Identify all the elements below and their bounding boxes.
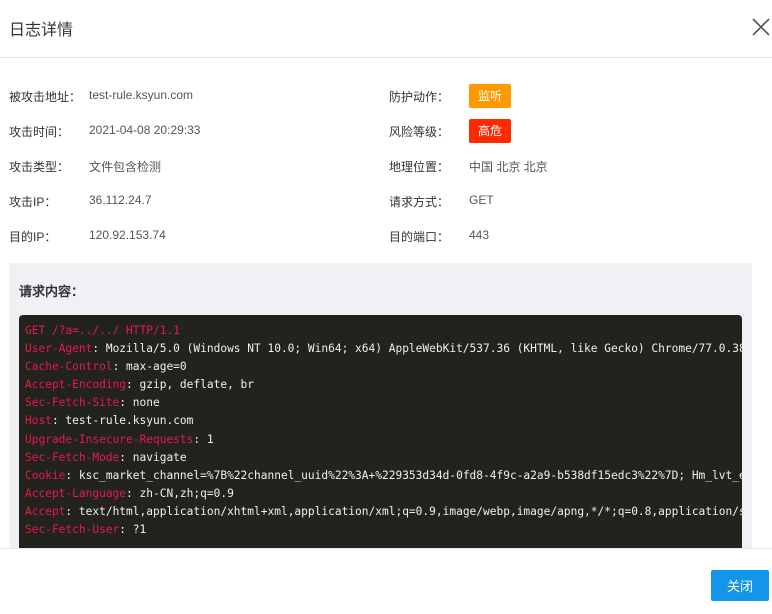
header-value: : none <box>119 396 160 410</box>
header-key: Accept-Language <box>25 486 127 500</box>
header-value: : ksc_market_channel=%7B%22channel_uuid%… <box>65 468 742 482</box>
close-button[interactable]: 关闭 <box>711 570 769 601</box>
field-label: 防护动作： <box>389 90 450 104</box>
header-key: Cookie <box>25 468 66 482</box>
header-value: : Mozilla/5.0 (Windows NT 10.0; Win64; x… <box>92 342 742 356</box>
header-key: Accept <box>25 504 66 518</box>
header-key: User-Agent <box>25 342 93 356</box>
header-value: : test-rule.ksyun.com <box>51 414 194 428</box>
code-line: Host: test-rule.ksyun.com <box>25 412 742 430</box>
field-label: 被攻击地址： <box>9 90 82 104</box>
header-key: Sec-Fetch-Site <box>25 396 120 410</box>
field-value: GET <box>469 193 494 207</box>
field-value: 2021-04-08 20:29:33 <box>89 123 201 137</box>
header-value: : zh-CN,zh;q=0.9 <box>126 486 234 500</box>
status-badge: 监听 <box>469 84 511 108</box>
field-label: 攻击类型： <box>9 160 70 174</box>
field-value: 中国 北京 北京 <box>469 160 548 174</box>
request-content-panel: 请求内容： GET /?a=../../ HTTP/1.1 User-Agent:… <box>9 263 752 548</box>
header-value: : navigate <box>119 450 187 464</box>
request-content-title: 请求内容： <box>19 284 85 299</box>
field-label: 攻击IP： <box>9 195 57 209</box>
header-key: Accept-Encoding <box>25 378 127 392</box>
dialog-footer <box>0 548 772 614</box>
header-key: Sec-Fetch-Mode <box>25 450 120 464</box>
header-key: Upgrade-Insecure-Requests <box>25 432 194 446</box>
field-label: 目的端口： <box>389 230 450 244</box>
dialog-header: 日志详情 <box>0 0 772 58</box>
code-line: Sec-Fetch-Mode: navigate <box>25 449 742 467</box>
field-label: 请求方式： <box>389 195 450 209</box>
header-value: : text/html,application/xhtml+xml,applic… <box>65 504 742 518</box>
field-label: 地理位置： <box>389 160 450 174</box>
header-key: Sec-Fetch-User <box>25 523 120 537</box>
field-value: 36.112.24.7 <box>89 193 152 207</box>
field-value: 文件包含检测 <box>89 160 162 174</box>
header-key: Cache-Control <box>25 360 113 374</box>
header-value: : max-age=0 <box>112 360 187 374</box>
field-value: 443 <box>469 228 490 242</box>
field-value: test-rule.ksyun.com <box>89 88 194 102</box>
code-line: GET /?a=../../ HTTP/1.1 <box>25 322 742 340</box>
header-value: : 1 <box>193 432 214 446</box>
code-line: Cache-Control: max-age=0 <box>25 358 742 376</box>
code-line: Sec-Fetch-User: ?1 <box>25 521 742 539</box>
code-line: Accept: text/html,application/xhtml+xml,… <box>25 503 742 521</box>
field-label: 攻击时间： <box>9 125 70 139</box>
header-value: : ?1 <box>119 523 147 537</box>
header-key: GET <box>25 324 46 337</box>
code-line: Upgrade-Insecure-Requests: 1 <box>25 431 742 449</box>
code-line: Accept-Encoding: gzip, deflate, br <box>25 376 742 394</box>
header-value: /?a=../../ HTTP/1.1 <box>45 324 180 337</box>
header-value: : gzip, deflate, br <box>126 378 255 392</box>
header-key: Host <box>25 414 52 428</box>
field-label: 目的IP： <box>9 230 57 244</box>
field-value: 120.92.153.74 <box>89 228 166 242</box>
close-icon[interactable] <box>750 16 772 38</box>
field-label: 风险等级： <box>389 125 450 139</box>
code-line: Sec-Fetch-Site: none <box>25 394 742 412</box>
request-code-block: GET /?a=../../ HTTP/1.1 User-Agent: Mozil… <box>19 315 742 548</box>
code-line: User-Agent: Mozilla/5.0 (Windows NT 10.0… <box>25 340 742 358</box>
dialog-title: 日志详情 <box>9 22 74 39</box>
code-line: Cookie: ksc_market_channel=%7B%22channel… <box>25 467 742 485</box>
status-badge: 高危 <box>469 119 511 143</box>
code-line: Accept-Language: zh-CN,zh;q=0.9 <box>25 485 742 503</box>
